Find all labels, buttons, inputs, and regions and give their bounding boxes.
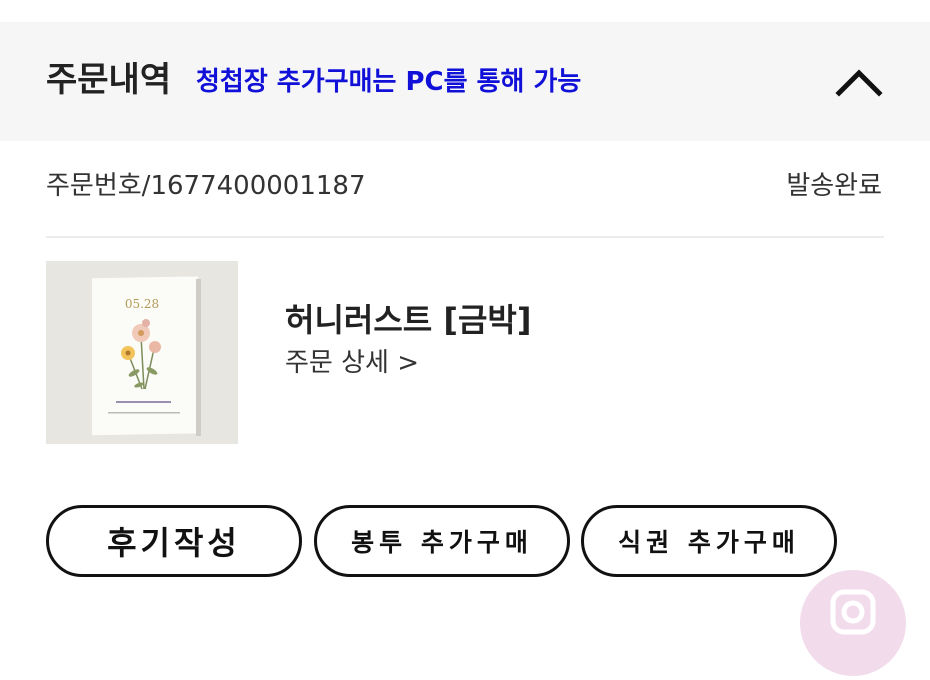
order-number: 주문번호/1677400001187	[46, 171, 366, 201]
order-history-title: 주문내역	[46, 60, 172, 100]
instagram-floating-button[interactable]	[800, 570, 906, 676]
order-status: 발송완료	[786, 171, 882, 201]
additional-purchase-notice: 청첩장 추가구매는 PC를 통해 가능	[196, 67, 582, 97]
order-detail-link[interactable]: 주문 상세 >	[285, 344, 419, 382]
card-date-text: 05.28	[125, 297, 159, 311]
collapse-chevron-up-icon[interactable]	[834, 62, 884, 102]
card-info-line	[108, 412, 180, 414]
product-thumbnail[interactable]: 05.28	[46, 261, 238, 444]
envelope-add-purchase-button[interactable]: 봉투 추가구매	[314, 505, 570, 577]
meal-ticket-add-purchase-button[interactable]: 식권 추가구매	[581, 505, 837, 577]
instagram-icon	[830, 589, 876, 635]
card-names-line	[116, 401, 171, 403]
write-review-button[interactable]: 후기작성	[46, 505, 302, 577]
divider	[46, 236, 884, 238]
product-name: 허니러스트 [금박]	[285, 301, 532, 339]
